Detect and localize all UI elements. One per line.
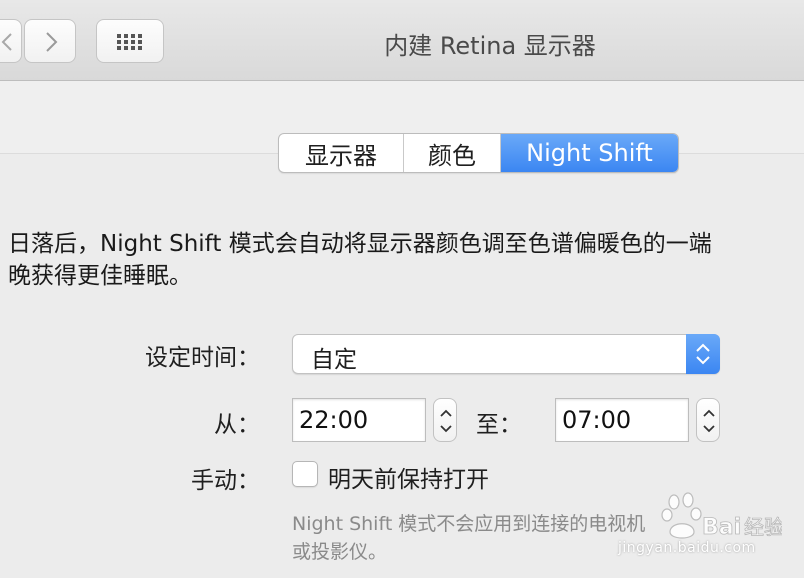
window-title: 内建 Retina 显示器 [384, 32, 596, 60]
from-time-field[interactable]: 22:00 [292, 398, 426, 442]
from-time-value: 22:00 [299, 406, 369, 434]
svg-text:经验: 经验 [744, 515, 782, 539]
stepper-arrows-icon [440, 409, 452, 433]
back-button[interactable] [0, 19, 22, 63]
description-line-1: 日落后，Night Shift 模式会自动将显示器颜色调至色谱偏暖色的一端 [8, 231, 712, 257]
grid-icon [117, 34, 142, 50]
title-bar: 内建 Retina 显示器 [0, 0, 804, 81]
night-shift-description: 日落后，Night Shift 模式会自动将显示器颜色调至色谱偏暖色的一端 晚获… [8, 228, 804, 292]
from-time-stepper[interactable] [433, 398, 457, 442]
keep-on-until-tomorrow-label[interactable]: 明天前保持打开 [328, 460, 489, 494]
tab-night-shift[interactable]: Night Shift [501, 134, 678, 172]
schedule-label: 设定时间： [145, 345, 260, 371]
stepper-arrows-icon [703, 409, 715, 433]
select-arrows-icon [686, 334, 720, 374]
watermark-url: jingyan.baidu.com [618, 540, 756, 556]
segmented-tabs: 显示器 颜色 Night Shift [278, 133, 679, 173]
show-all-button[interactable] [96, 19, 164, 63]
baidu-watermark-logo: Bai 经验 [661, 492, 782, 540]
from-label: 从： [214, 412, 260, 438]
schedule-value: 自定 [311, 347, 357, 373]
chevron-right-icon [46, 32, 58, 52]
to-time-value: 07:00 [562, 406, 632, 434]
svg-text:Bai: Bai [702, 515, 741, 540]
schedule-select[interactable]: 自定 [292, 334, 720, 374]
tab-display[interactable]: 显示器 [279, 134, 404, 172]
to-label: 至： [476, 412, 522, 438]
chevron-left-icon [1, 33, 12, 51]
forward-button[interactable] [24, 19, 76, 63]
keep-on-until-tomorrow-checkbox[interactable] [292, 461, 318, 487]
manual-label: 手动： [191, 468, 260, 494]
tab-color[interactable]: 颜色 [404, 134, 501, 172]
to-time-stepper[interactable] [696, 398, 720, 442]
description-line-2: 晚获得更佳睡眠。 [8, 263, 192, 289]
to-time-field[interactable]: 07:00 [555, 398, 689, 442]
